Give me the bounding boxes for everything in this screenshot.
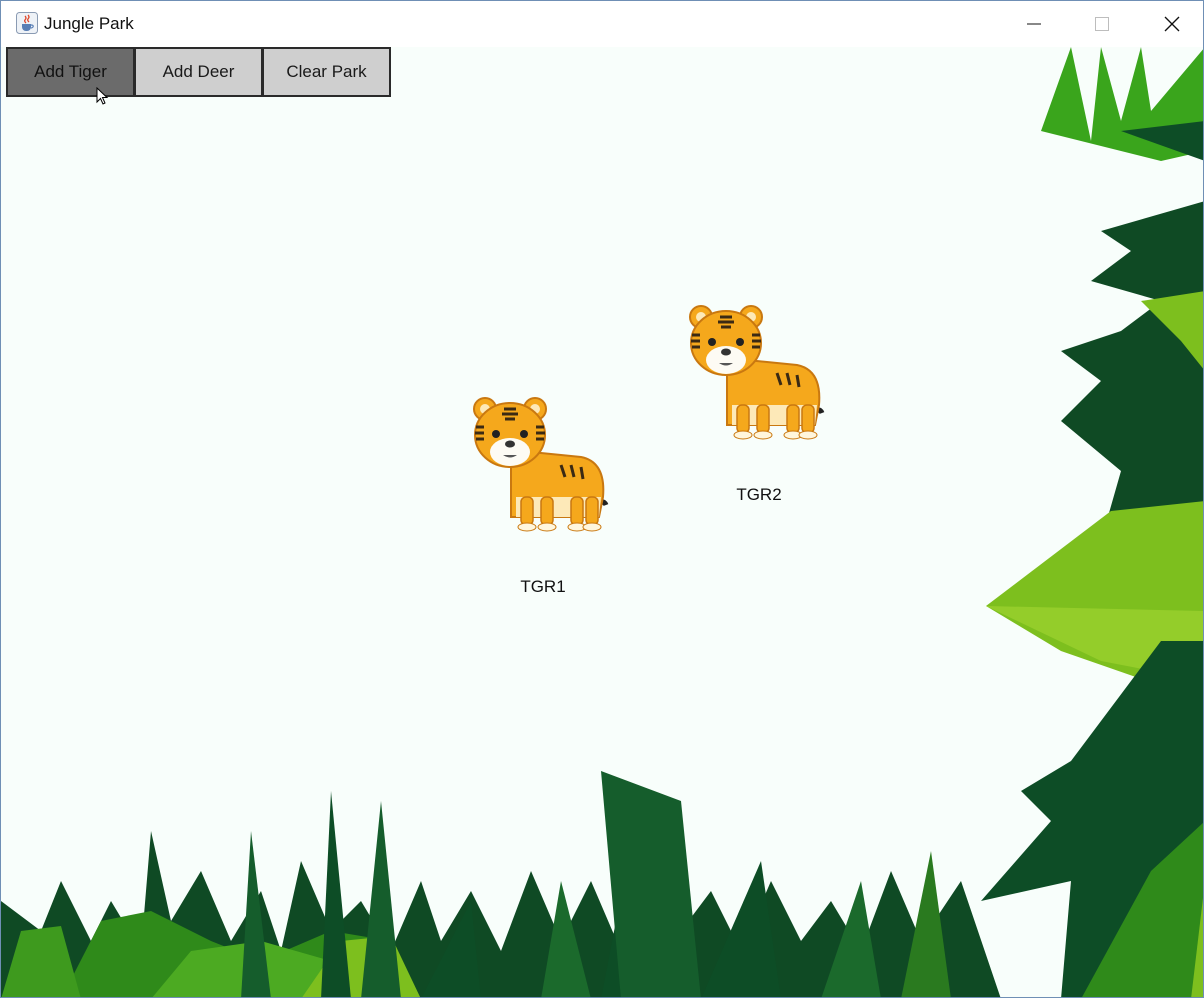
window-title: Jungle Park [44, 14, 134, 33]
add-tiger-button[interactable]: Add Tiger [6, 47, 135, 97]
tiger-icon [689, 305, 825, 440]
park-canvas[interactable]: TGR1 TGR2 [1, 47, 1203, 997]
maximize-icon [1095, 17, 1109, 31]
app-window: Jungle Park TGR1 TGR2 Add Tiger Add Deer… [0, 0, 1204, 998]
maximize-button[interactable] [1079, 1, 1125, 47]
clear-park-button[interactable]: Clear Park [262, 47, 391, 97]
minimize-icon [1027, 23, 1041, 25]
minimize-button[interactable] [1011, 1, 1057, 47]
animal-tiger-1[interactable]: TGR1 [471, 397, 616, 596]
tiger-icon [473, 397, 609, 532]
animal-label: TGR1 [520, 577, 566, 596]
animal-label: TGR2 [736, 485, 782, 504]
animal-tiger-2[interactable]: TGR2 [687, 305, 832, 504]
title-bar[interactable]: Jungle Park [1, 1, 1203, 47]
add-deer-button[interactable]: Add Deer [134, 47, 263, 97]
mouse-cursor-icon [96, 86, 110, 112]
java-cup-icon [16, 12, 38, 34]
close-button[interactable] [1149, 1, 1195, 47]
close-icon [1164, 16, 1180, 32]
toolbar: Add Tiger Add Deer Clear Park [6, 47, 391, 97]
